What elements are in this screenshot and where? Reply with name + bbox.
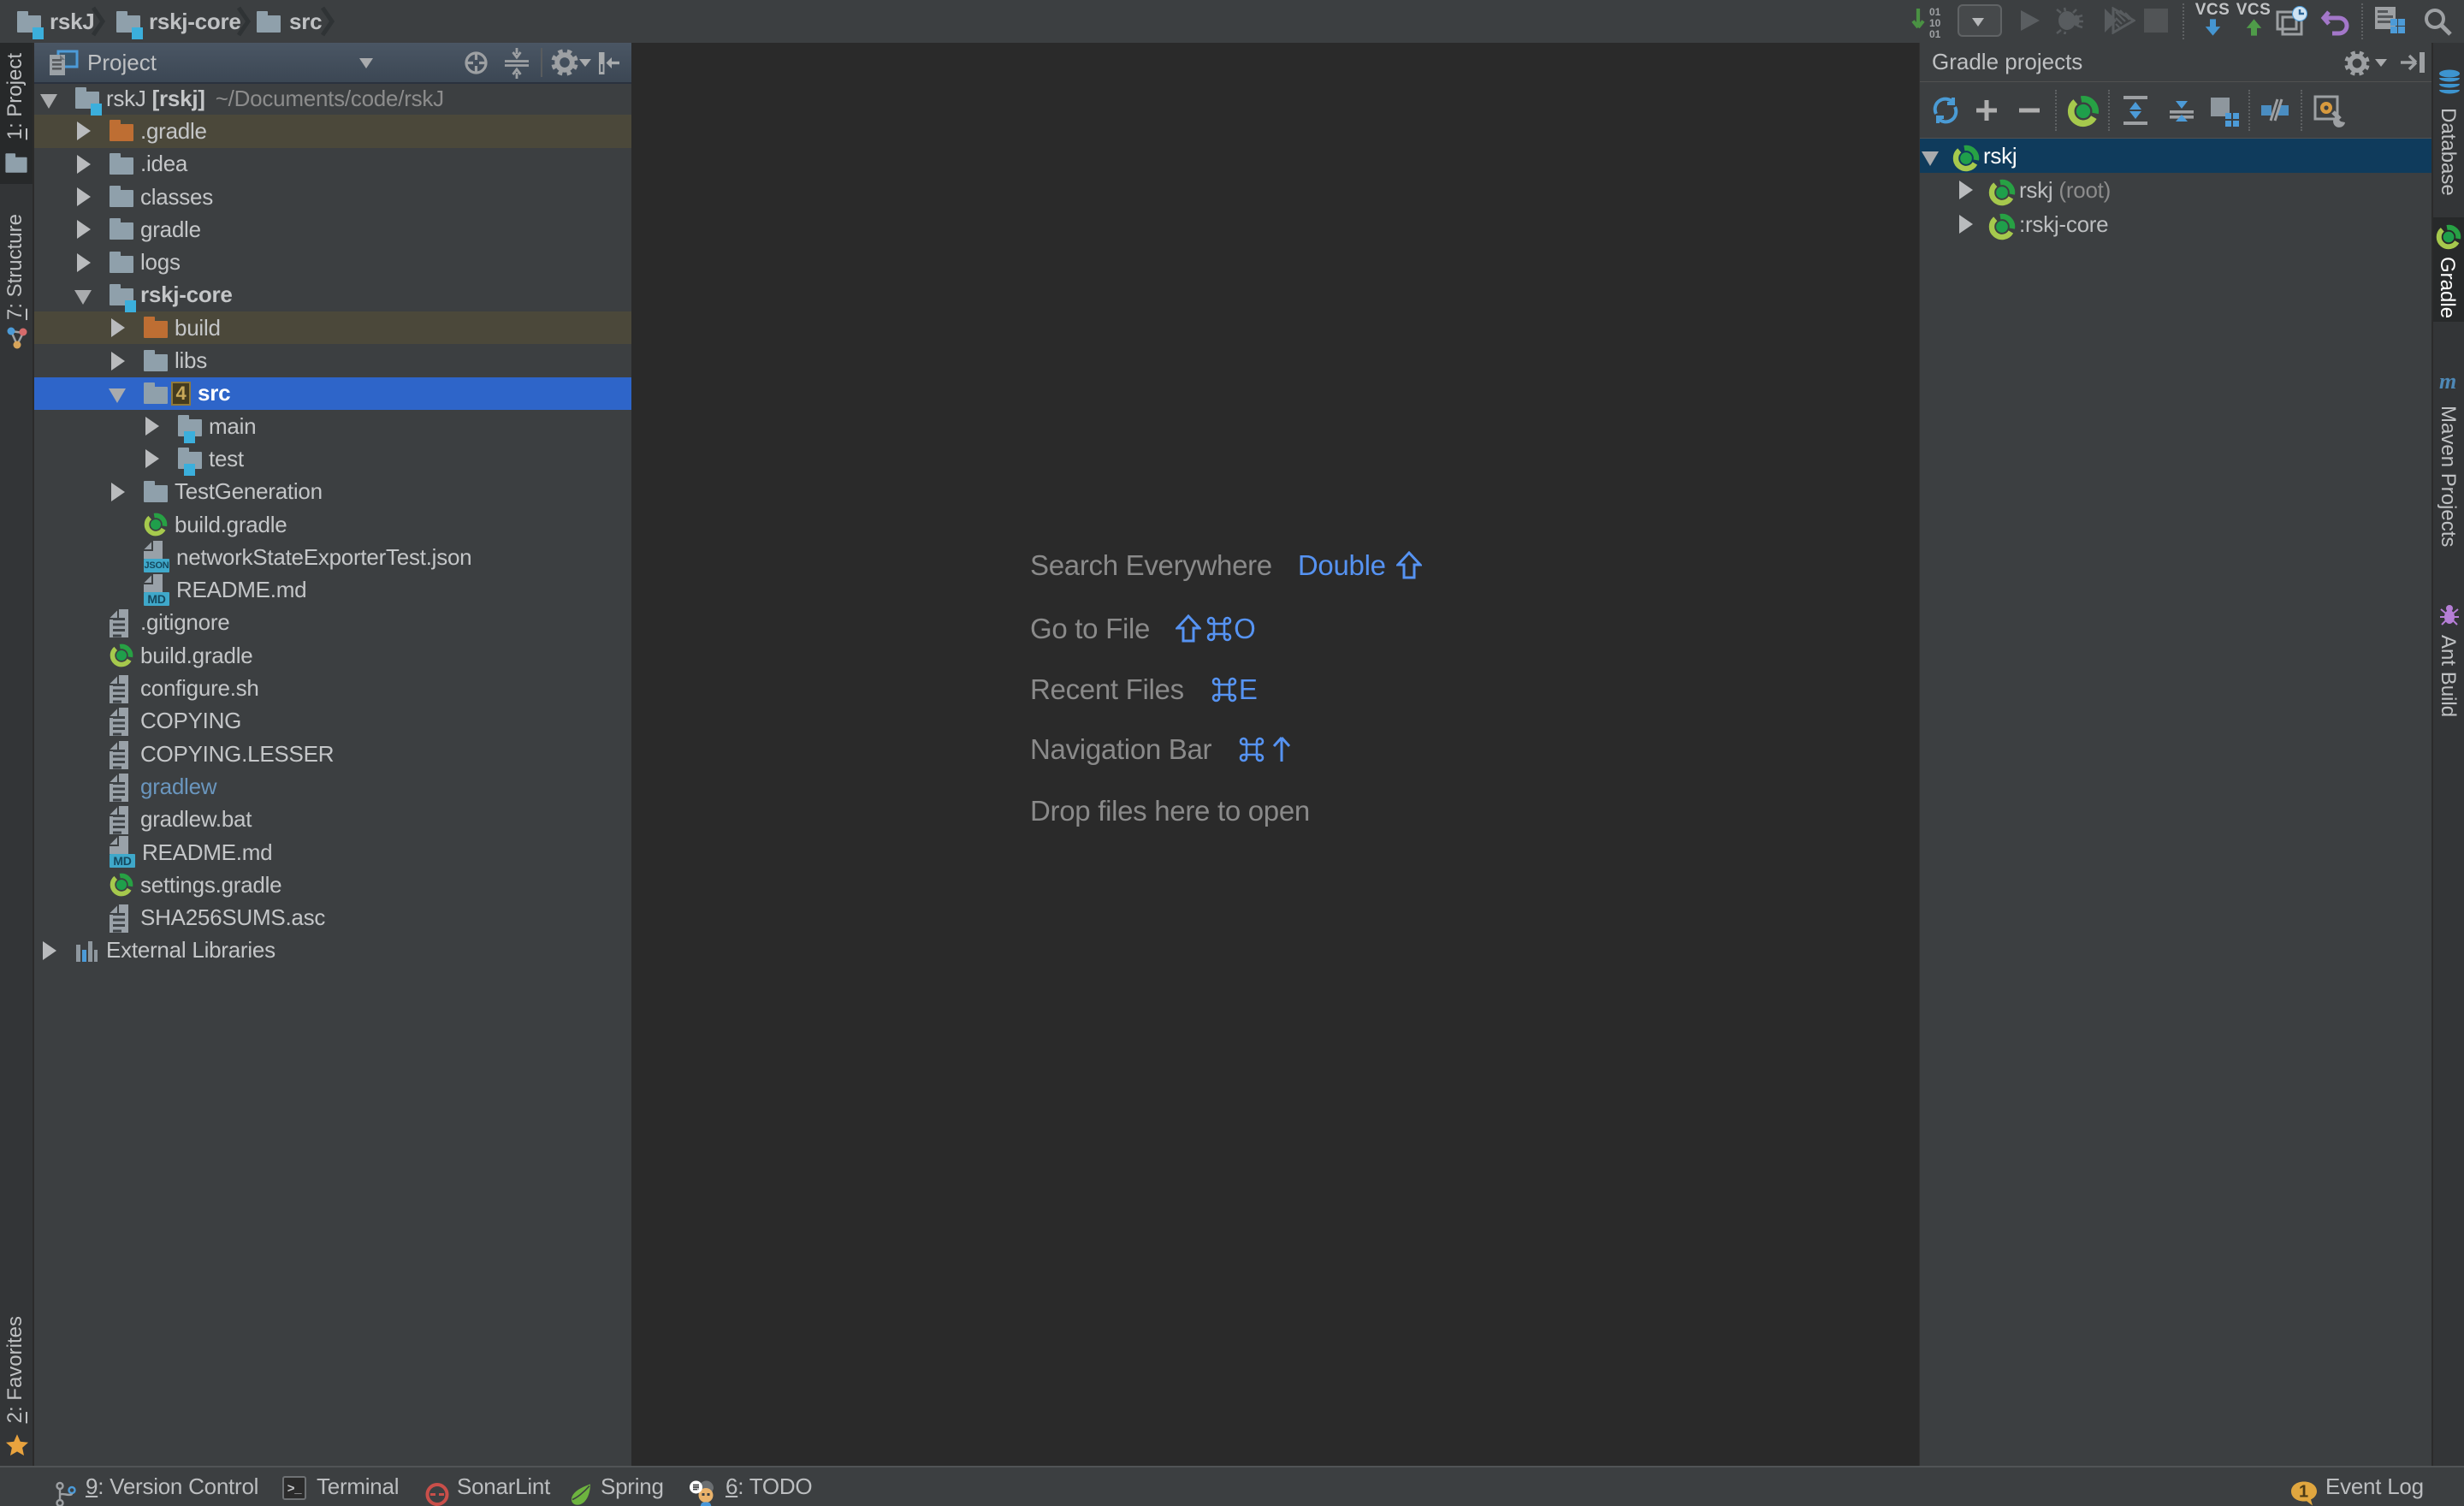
svg-text:01: 01 [1929,6,1941,18]
svg-text:m: m [2439,370,2456,394]
svg-text:10: 10 [1929,17,1941,29]
svg-text:1: 1 [2299,1483,2308,1502]
svg-text:01: 01 [1929,28,1941,39]
